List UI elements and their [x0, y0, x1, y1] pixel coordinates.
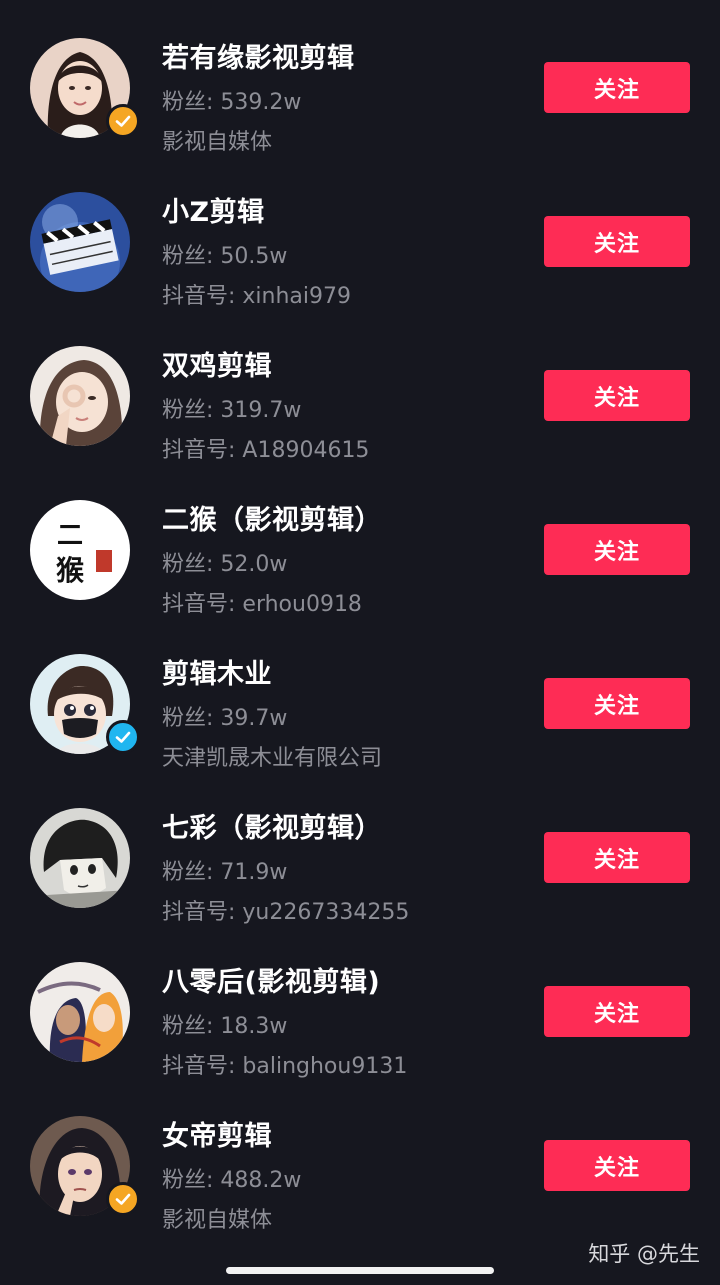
- account-description: 抖音号: A18904615: [162, 438, 370, 463]
- account-fans: 粉丝: 39.7w: [162, 700, 287, 732]
- verified-gold-badge-icon: [106, 104, 140, 138]
- fans-count: 52.0w: [220, 552, 288, 577]
- account-description: 抖音号: yu2267334255: [162, 900, 410, 925]
- account-row[interactable]: 女帝剪辑 粉丝: 488.2w 影视自媒体 关注: [0, 1078, 720, 1233]
- avatar-anime-sketch[interactable]: [30, 808, 130, 908]
- account-fans: 粉丝: 488.2w: [162, 1162, 301, 1194]
- account-description: 抖音号: balinghou9131: [162, 1054, 408, 1079]
- fans-label: 粉丝:: [162, 1168, 221, 1193]
- ok-hand-girl-avatar-icon: [30, 346, 130, 446]
- avatar-clapperboard[interactable]: [30, 192, 130, 292]
- account-fans: 粉丝: 539.2w: [162, 84, 301, 116]
- clapperboard-avatar-icon: [30, 192, 130, 292]
- account-fans: 粉丝: 319.7w: [162, 392, 301, 424]
- account-row[interactable]: 小Z剪辑 粉丝: 50.5w 抖音号: xinhai979 关注: [0, 154, 720, 309]
- fans-label: 粉丝:: [162, 244, 221, 269]
- anime-duo-avatar-icon: [30, 962, 130, 1062]
- fans-count: 539.2w: [220, 90, 302, 115]
- account-fans: 粉丝: 71.9w: [162, 854, 287, 886]
- fans-label: 粉丝:: [162, 552, 221, 577]
- follow-button[interactable]: 关注: [544, 524, 690, 575]
- account-name[interactable]: 八零后(影视剪辑): [162, 960, 380, 999]
- account-description: 天津凯晟木业有限公司: [162, 746, 383, 771]
- fans-count: 488.2w: [220, 1168, 302, 1193]
- account-name[interactable]: 小Z剪辑: [162, 190, 265, 229]
- avatar-char-1: 二: [57, 521, 83, 551]
- account-name[interactable]: 七彩（影视剪辑）: [162, 806, 382, 845]
- account-name[interactable]: 双鸡剪辑: [162, 344, 272, 383]
- account-row[interactable]: 剪辑木业 粉丝: 39.7w 天津凯晟木业有限公司 关注: [0, 616, 720, 771]
- avatar-ok-hand-girl[interactable]: [30, 346, 130, 446]
- fans-label: 粉丝:: [162, 706, 221, 731]
- follow-button[interactable]: 关注: [544, 370, 690, 421]
- zhihu-watermark: 知乎 @先生: [588, 1242, 700, 1266]
- fans-count: 39.7w: [220, 706, 288, 731]
- verified-blue-badge-icon: [106, 720, 140, 754]
- account-fans: 粉丝: 50.5w: [162, 238, 287, 270]
- fans-count: 71.9w: [220, 860, 288, 885]
- account-description: 抖音号: erhou0918: [162, 592, 362, 617]
- account-name[interactable]: 剪辑木业: [162, 652, 272, 691]
- avatar-char-2: 猴: [56, 554, 84, 587]
- account-name[interactable]: 若有缘影视剪辑: [162, 36, 355, 75]
- home-indicator[interactable]: [226, 1267, 494, 1274]
- follow-button[interactable]: 关注: [544, 832, 690, 883]
- follow-button[interactable]: 关注: [544, 216, 690, 267]
- follow-button[interactable]: 关注: [544, 1140, 690, 1191]
- account-row[interactable]: 二 猴 二猴（影视剪辑） 粉丝: 52.0w 抖音号: erhou0918 关注: [0, 462, 720, 617]
- account-row[interactable]: 八零后(影视剪辑) 粉丝: 18.3w 抖音号: balinghou9131 关…: [0, 924, 720, 1079]
- fans-label: 粉丝:: [162, 398, 221, 423]
- account-row[interactable]: 双鸡剪辑 粉丝: 319.7w 抖音号: A18904615 关注: [0, 308, 720, 463]
- avatar-anime-duo[interactable]: [30, 962, 130, 1062]
- account-description: 影视自媒体: [162, 130, 273, 155]
- follow-button[interactable]: 关注: [544, 678, 690, 729]
- fans-label: 粉丝:: [162, 90, 221, 115]
- fans-label: 粉丝:: [162, 860, 221, 885]
- account-fans: 粉丝: 52.0w: [162, 546, 287, 578]
- account-description: 影视自媒体: [162, 1208, 273, 1233]
- account-fans: 粉丝: 18.3w: [162, 1008, 287, 1040]
- fans-count: 18.3w: [220, 1014, 288, 1039]
- follow-button[interactable]: 关注: [544, 986, 690, 1037]
- avatar-calligraphy[interactable]: 二 猴: [30, 500, 130, 600]
- follow-button[interactable]: 关注: [544, 62, 690, 113]
- fans-count: 319.7w: [220, 398, 302, 423]
- account-name[interactable]: 二猴（影视剪辑）: [162, 498, 382, 537]
- anime-sketch-avatar-icon: [30, 808, 130, 908]
- calligraphy-avatar-icon: 二 猴: [30, 500, 130, 600]
- fans-label: 粉丝:: [162, 1014, 221, 1039]
- account-name[interactable]: 女帝剪辑: [162, 1114, 272, 1153]
- verified-gold-badge-icon: [106, 1182, 140, 1216]
- account-row[interactable]: 若有缘影视剪辑 粉丝: 539.2w 影视自媒体 关注: [0, 0, 720, 155]
- account-row[interactable]: 七彩（影视剪辑） 粉丝: 71.9w 抖音号: yu2267334255 关注: [0, 770, 720, 925]
- fans-count: 50.5w: [220, 244, 288, 269]
- account-description: 抖音号: xinhai979: [162, 284, 352, 309]
